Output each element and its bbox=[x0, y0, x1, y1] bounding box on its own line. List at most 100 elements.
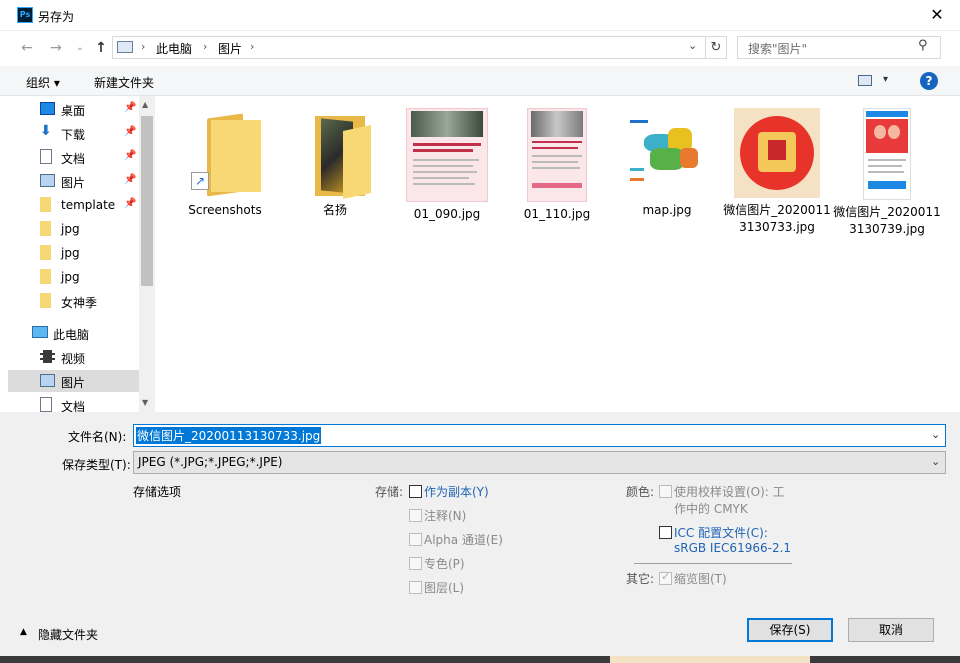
file-name: 名扬 bbox=[322, 203, 347, 217]
folder-icon bbox=[40, 197, 51, 212]
photoshop-icon: Ps bbox=[17, 7, 33, 23]
sidebar-item-jpg[interactable]: jpg bbox=[8, 242, 139, 264]
refresh-icon[interactable]: ↻ bbox=[706, 36, 727, 59]
file-name: Screenshots bbox=[188, 203, 262, 217]
filetype-label: 保存类型(T): bbox=[62, 458, 131, 472]
sidebar-item-label: 图片 bbox=[61, 376, 86, 390]
file-item-map[interactable]: map.jpg bbox=[613, 108, 721, 219]
sidebar-item-label: 下载 bbox=[61, 128, 86, 142]
help-icon[interactable]: ? bbox=[920, 72, 938, 90]
as-copy-checkbox[interactable] bbox=[409, 485, 422, 498]
icc-profile-label[interactable]: ICC 配置文件(C): bbox=[674, 524, 768, 541]
sidebar-item-pictures[interactable]: 图片 📌 bbox=[8, 170, 139, 192]
new-folder-button[interactable]: 新建文件夹 bbox=[94, 74, 154, 91]
search-placeholder: 搜索"图片" bbox=[748, 42, 808, 56]
pictures-location-icon bbox=[117, 41, 133, 53]
sidebar-item-label: 女神季 bbox=[61, 296, 98, 310]
scroll-up-icon[interactable]: ▲ bbox=[142, 100, 148, 109]
notes-label: 注释(N) bbox=[424, 509, 467, 523]
folder-icon bbox=[40, 245, 51, 260]
sidebar-item-downloads[interactable]: ⬇ 下载 📌 bbox=[8, 122, 139, 144]
file-name: map.jpg bbox=[642, 203, 692, 217]
sidebar-item-label: 文档 bbox=[61, 400, 86, 412]
proof-setup-label-2: 作中的 CMYK bbox=[674, 502, 748, 516]
folder-icon bbox=[40, 221, 51, 236]
file-name: 微信图片_20200113130739.jpg bbox=[833, 205, 941, 236]
pin-icon: 📌 bbox=[124, 126, 137, 137]
sidebar-item-this-pc[interactable]: 此电脑 bbox=[8, 322, 139, 344]
breadcrumb-separator-icon: › bbox=[250, 40, 255, 53]
download-icon: ⬇ bbox=[40, 123, 52, 139]
pin-icon: 📌 bbox=[124, 174, 137, 185]
folder-icon: ↗ bbox=[185, 108, 265, 198]
thumbnail-checkbox bbox=[659, 570, 672, 585]
view-options-icon[interactable] bbox=[858, 75, 872, 86]
as-copy-label[interactable]: 作为副本(Y) bbox=[424, 483, 489, 500]
image-thumbnail bbox=[527, 108, 587, 202]
color-label: 颜色: bbox=[626, 485, 655, 499]
image-thumbnail bbox=[863, 108, 911, 200]
sidebar-item-pictures-selected[interactable]: 图片 bbox=[8, 370, 139, 392]
background-strip bbox=[0, 656, 960, 663]
pin-icon: 📌 bbox=[124, 150, 137, 161]
filename-dropdown-icon[interactable]: ⌄ bbox=[931, 428, 940, 441]
icc-profile-checkbox[interactable] bbox=[659, 526, 672, 539]
organize-button[interactable]: 组织 ▾ bbox=[26, 74, 60, 91]
address-bar[interactable] bbox=[112, 36, 706, 59]
sidebar-item-label: 文档 bbox=[61, 152, 86, 166]
filetype-dropdown-icon[interactable]: ⌄ bbox=[931, 455, 940, 468]
notes-checkbox bbox=[409, 509, 422, 522]
file-list: ↗ Screenshots 名扬 01_090.jpg 01_110.jpg m… bbox=[157, 96, 960, 412]
sidebar-item-nvshenji[interactable]: 女神季 bbox=[8, 290, 139, 312]
sidebar-item-template[interactable]: template 📌 bbox=[8, 194, 139, 216]
address-dropdown-icon[interactable]: ⌄ bbox=[688, 39, 697, 52]
save-button[interactable]: 保存(S) bbox=[747, 618, 833, 642]
computer-icon bbox=[32, 326, 48, 338]
proof-setup-checkbox bbox=[659, 485, 672, 498]
filename-value[interactable]: 微信图片_20200113130733.jpg bbox=[136, 427, 322, 444]
sidebar-item-videos[interactable]: 视频 bbox=[8, 346, 139, 368]
sidebar-item-label: jpg bbox=[61, 246, 80, 260]
file-item-01-110[interactable]: 01_110.jpg bbox=[503, 108, 611, 223]
sidebar-item-documents-2[interactable]: 文档 bbox=[8, 394, 139, 412]
file-item-wechat-130733[interactable]: 微信图片_20200113130733.jpg bbox=[723, 108, 831, 236]
forward-arrow-icon[interactable]: → bbox=[46, 38, 66, 58]
sidebar-item-jpg[interactable]: jpg bbox=[8, 218, 139, 240]
image-thumbnail bbox=[734, 108, 820, 198]
file-item-wechat-130739[interactable]: 微信图片_20200113130739.jpg bbox=[833, 108, 941, 238]
folder-icon bbox=[40, 293, 51, 308]
layers-label: 图层(L) bbox=[424, 581, 465, 595]
sidebar-item-documents[interactable]: 文档 📌 bbox=[8, 146, 139, 168]
search-icon[interactable]: ⚲ bbox=[918, 38, 928, 53]
file-item-mingyang[interactable]: 名扬 bbox=[281, 108, 389, 219]
hide-folders-button[interactable]: 隐藏文件夹 bbox=[38, 626, 98, 643]
breadcrumb-this-pc[interactable]: 此电脑 bbox=[156, 40, 192, 57]
window-title: 另存为 bbox=[38, 10, 75, 24]
filetype-value: JPEG (*.JPG;*.JPEG;*.JPE) bbox=[138, 455, 283, 469]
back-arrow-icon[interactable]: ← bbox=[17, 38, 37, 58]
scroll-down-icon[interactable]: ▼ bbox=[142, 398, 148, 407]
filename-label: 文件名(N): bbox=[68, 430, 127, 444]
chevron-up-icon[interactable]: ▲ bbox=[20, 627, 27, 637]
thumbnail-label: 缩览图(T) bbox=[674, 572, 727, 586]
recent-dropdown-icon[interactable]: ⌄ bbox=[70, 38, 90, 58]
storage-label: 存储: bbox=[375, 485, 404, 499]
sidebar-scrollbar-thumb[interactable] bbox=[141, 116, 153, 286]
pin-icon: 📌 bbox=[124, 102, 137, 113]
file-name: 01_090.jpg bbox=[413, 207, 481, 221]
sidebar-item-jpg[interactable]: jpg bbox=[8, 266, 139, 288]
sidebar-item-label: 视频 bbox=[61, 352, 86, 366]
view-dropdown-icon[interactable]: ▾ bbox=[883, 74, 888, 85]
image-thumbnail bbox=[622, 108, 712, 198]
close-button[interactable]: ✕ bbox=[918, 2, 956, 28]
alpha-checkbox bbox=[409, 533, 422, 546]
file-item-screenshots[interactable]: ↗ Screenshots bbox=[171, 108, 279, 219]
sidebar-item-desktop[interactable]: 桌面 📌 bbox=[8, 98, 139, 120]
image-thumbnail bbox=[406, 108, 488, 202]
cancel-button[interactable]: 取消 bbox=[848, 618, 934, 642]
up-arrow-icon[interactable]: ↑ bbox=[91, 38, 111, 58]
video-icon bbox=[40, 350, 55, 363]
file-item-01-090[interactable]: 01_090.jpg bbox=[393, 108, 501, 223]
breadcrumb-pictures[interactable]: 图片 bbox=[218, 40, 242, 57]
file-name: 微信图片_20200113130733.jpg bbox=[723, 203, 831, 234]
